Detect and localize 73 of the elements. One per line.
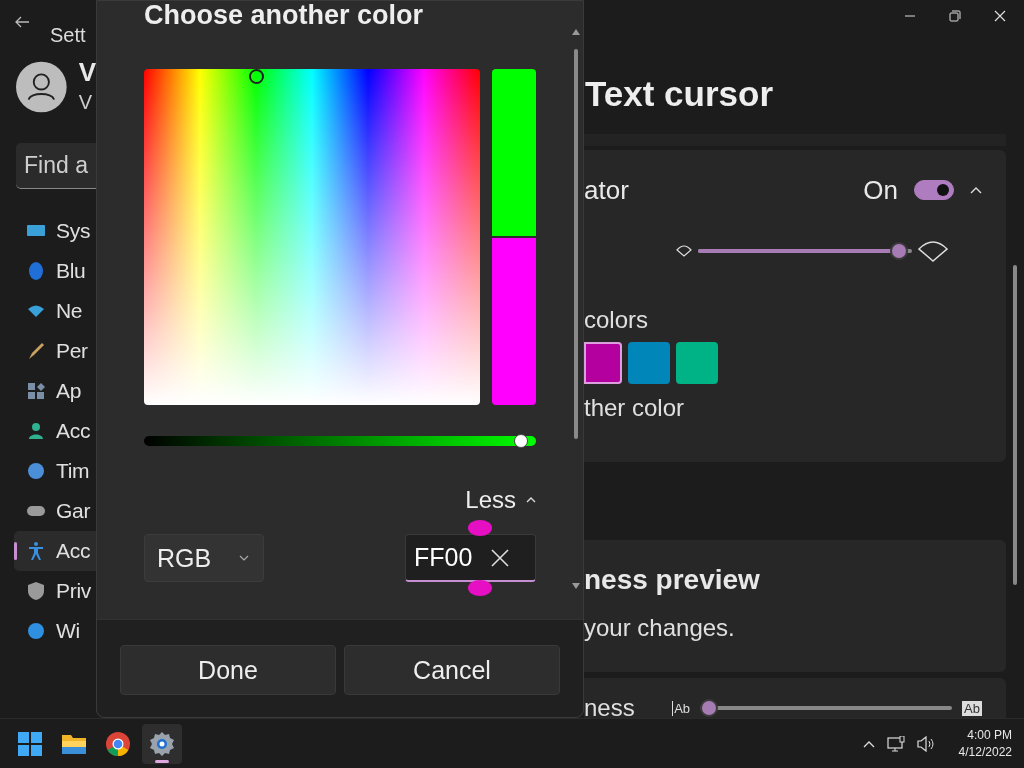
apps-icon: [26, 381, 46, 401]
thin-label: Ab: [672, 700, 691, 716]
nav-item[interactable]: Per: [14, 331, 96, 371]
color-swatch[interactable]: [628, 342, 670, 384]
page-title: Text cursor: [585, 74, 775, 114]
selection-handle[interactable]: [468, 520, 492, 536]
scrollbar[interactable]: [1013, 265, 1018, 585]
brush-icon: [26, 341, 46, 361]
brightness-slider[interactable]: [144, 436, 536, 446]
slider-thumb[interactable]: [514, 434, 529, 448]
card-subtitle: your changes.: [584, 614, 736, 642]
scroll-up-icon[interactable]: [572, 29, 580, 35]
user-email: V: [78, 90, 93, 115]
slider-thumb[interactable]: [700, 699, 719, 717]
dialog-title: Choose another color: [144, 0, 424, 32]
color-swatch[interactable]: [584, 342, 622, 384]
color-swatch[interactable]: [676, 342, 718, 384]
clear-icon[interactable]: [490, 547, 510, 568]
scroll-down-icon[interactable]: [572, 583, 580, 589]
maximize-icon[interactable]: [949, 10, 961, 22]
hex-field[interactable]: FF00: [405, 534, 536, 582]
start-icon: [17, 730, 43, 757]
nav-item[interactable]: Blu: [14, 251, 96, 291]
search-field[interactable]: Find a: [16, 143, 96, 189]
accessibility-icon: [26, 541, 46, 561]
chevron-icon: [239, 555, 249, 561]
picker-handle[interactable]: [249, 69, 264, 84]
taskbar-button[interactable]: [142, 723, 182, 764]
clock-date[interactable]: 4/12/2022: [958, 743, 1012, 761]
nav-item[interactable]: Ne: [14, 291, 96, 331]
less-button[interactable]: Less: [465, 486, 536, 514]
scrollbar-thumb[interactable]: [574, 49, 578, 439]
browser-icon: [105, 730, 131, 757]
nav-item[interactable]: Wi: [14, 611, 96, 651]
toggle-switch[interactable]: [914, 180, 954, 200]
setting-label: ator: [584, 174, 629, 206]
small-drop-icon: [676, 245, 692, 257]
nav-item[interactable]: Gar: [14, 491, 96, 531]
other-color-link[interactable]: ther color: [584, 394, 1006, 422]
user-name: V: [78, 57, 96, 87]
person-icon: [26, 421, 46, 441]
nav-item[interactable]: Tim: [14, 451, 96, 491]
close-icon[interactable]: [994, 10, 1006, 22]
slider-thumb[interactable]: [890, 242, 909, 260]
size-slider[interactable]: [698, 242, 912, 260]
chevron-icon[interactable]: [970, 186, 982, 194]
nav-item[interactable]: Sys: [14, 211, 96, 251]
large-drop-icon: [918, 240, 948, 262]
gear-icon: [149, 730, 175, 757]
window-title: Sett: [50, 24, 86, 47]
nav-item[interactable]: Ap: [14, 371, 96, 411]
setting-label: ness: [584, 694, 635, 718]
chevron-icon: [526, 497, 536, 503]
chevron-icon[interactable]: [862, 739, 875, 748]
speaker-icon[interactable]: [916, 735, 935, 752]
nav-item[interactable]: Acc: [14, 531, 96, 571]
section-label: colors: [584, 306, 650, 334]
clock-time[interactable]: 4:00 PM: [967, 726, 1012, 744]
back-icon[interactable]: [14, 16, 30, 28]
done-button[interactable]: Done: [120, 645, 336, 695]
hex-input[interactable]: FF00: [414, 543, 482, 572]
nav-item[interactable]: Priv: [14, 571, 96, 611]
card-title: ness preview: [584, 564, 761, 596]
selection-handle[interactable]: [468, 580, 492, 596]
mode-dropdown[interactable]: RGB: [144, 534, 264, 582]
toggle-state: On: [863, 174, 898, 206]
search-input[interactable]: Find a: [16, 152, 96, 179]
network-icon[interactable]: [886, 735, 905, 752]
thick-label: Ab: [962, 700, 982, 716]
shield-icon: [26, 581, 46, 601]
cancel-button[interactable]: Cancel: [344, 645, 560, 695]
color-spectrum[interactable]: [144, 69, 480, 405]
nav-item[interactable]: Acc: [14, 411, 96, 451]
